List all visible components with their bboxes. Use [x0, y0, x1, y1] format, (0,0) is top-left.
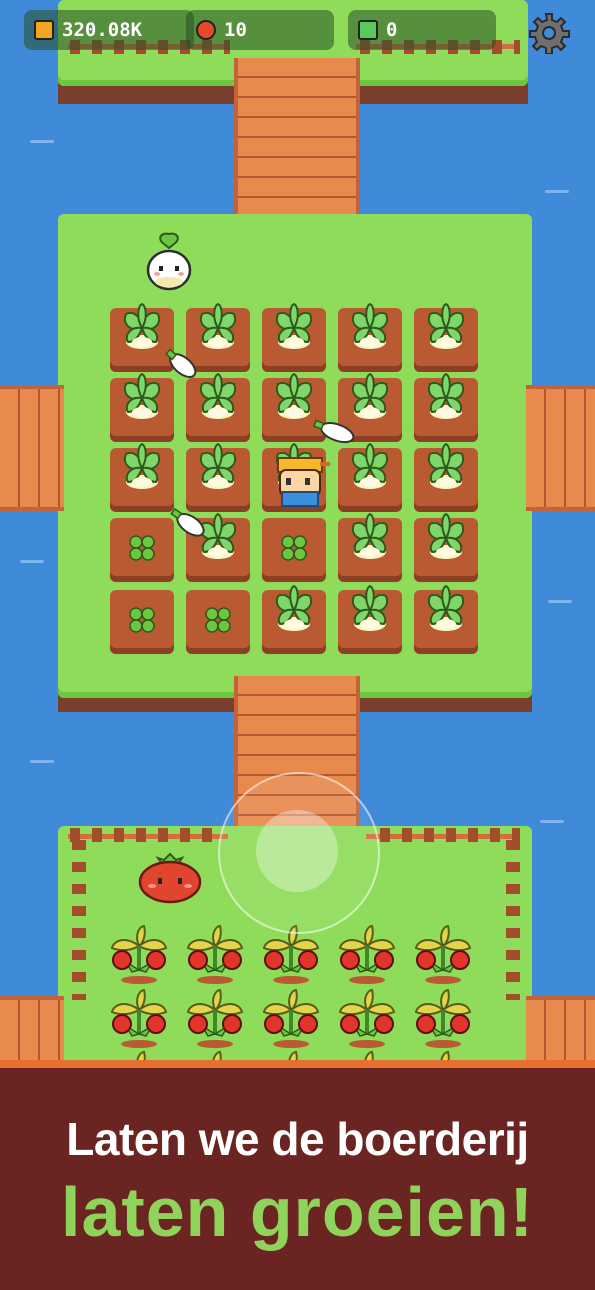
sprout-plot: [110, 590, 174, 654]
tomato-plant: [332, 922, 402, 986]
fence: [380, 828, 520, 842]
flying-turnip: [170, 507, 205, 537]
gems-value: 0: [386, 19, 398, 41]
fence: [72, 840, 86, 1000]
banner-line-2: laten groeien!: [61, 1173, 534, 1251]
banner-line-1: Laten we de boerderij: [66, 1113, 529, 1165]
fence: [506, 840, 520, 1000]
turnip-plot: [338, 512, 402, 582]
turnip-plot: [110, 442, 174, 512]
bridge-west-lower: [0, 996, 64, 1068]
sprout-plot: [110, 518, 174, 582]
coins-value: 320.08K: [62, 19, 143, 41]
bridge-east: [526, 385, 595, 511]
fence: [70, 828, 220, 842]
tomato-plant: [332, 986, 402, 1050]
gem-icon: [358, 20, 378, 40]
joystick-knob[interactable]: [256, 810, 338, 892]
turnip-plot: [414, 302, 478, 372]
tomato-plant: [408, 986, 478, 1050]
turnip-plot: [414, 442, 478, 512]
turnip-character: [146, 232, 192, 291]
water-wave: [548, 600, 572, 603]
turnip-plot: [338, 584, 402, 654]
gear-icon[interactable]: [528, 12, 570, 54]
sprout-plot: [262, 518, 326, 582]
seeds-value: 10: [224, 19, 247, 41]
water-wave: [30, 140, 54, 143]
water-wave: [540, 820, 564, 823]
sprout-plot: [186, 590, 250, 654]
turnip-plot: [414, 512, 478, 582]
turnip-plot: [110, 372, 174, 442]
turnip-plot: [338, 442, 402, 512]
tomato-seed-icon: [196, 20, 216, 40]
tomato-character: [138, 852, 202, 904]
water-wave: [30, 760, 54, 763]
tomato-plant: [104, 986, 174, 1050]
seeds-counter: 10: [186, 10, 334, 50]
coins-counter: 320.08K: [24, 10, 194, 50]
farmer-character: [277, 457, 330, 507]
gems-counter: 0: [348, 10, 496, 50]
coin-icon: [34, 20, 54, 40]
turnip-plot: [414, 584, 478, 654]
tomato-plant: [180, 922, 250, 986]
tomato-plant: [408, 922, 478, 986]
tomato-plant: [180, 986, 250, 1050]
bridge-east-lower: [526, 996, 595, 1068]
turnip-plot: [262, 584, 326, 654]
water-wave: [545, 190, 569, 193]
flying-turnip: [312, 419, 355, 444]
tomato-plant: [104, 922, 174, 986]
promo-banner: Laten we de boerderij laten groeien!: [0, 1060, 595, 1290]
bridge-north: [234, 58, 360, 226]
bridge-west: [0, 385, 64, 511]
turnip-plot: [338, 302, 402, 372]
flying-turnip: [165, 348, 197, 378]
turnip-plot: [186, 372, 250, 442]
water-wave: [20, 560, 44, 563]
turnip-plot: [262, 302, 326, 372]
turnip-plot: [414, 372, 478, 442]
tomato-plant: [256, 986, 326, 1050]
